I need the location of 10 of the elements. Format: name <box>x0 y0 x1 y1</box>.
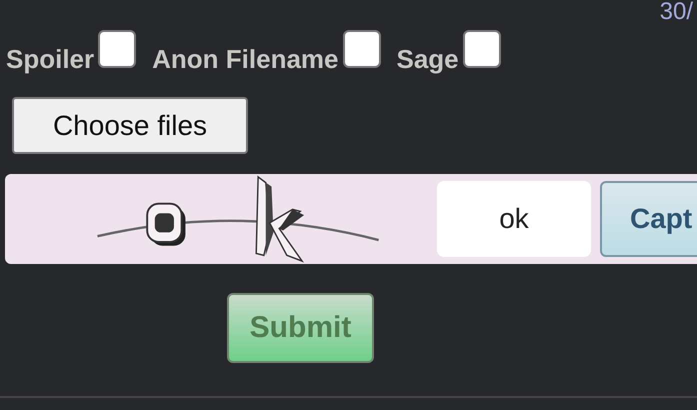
checkbox[interactable] <box>462 30 501 68</box>
option-label: Anon Filename <box>152 44 338 74</box>
captcha-button[interactable]: Capt <box>600 181 697 257</box>
character-counter: 30/ <box>660 0 693 24</box>
option-label: Sage <box>396 44 459 74</box>
choose-files-button[interactable]: Choose files <box>12 97 248 154</box>
captcha-input-field[interactable]: ok <box>437 181 591 257</box>
checkbox[interactable] <box>342 30 380 68</box>
checkbox[interactable] <box>98 30 136 68</box>
option-label: Spoiler <box>6 44 94 74</box>
